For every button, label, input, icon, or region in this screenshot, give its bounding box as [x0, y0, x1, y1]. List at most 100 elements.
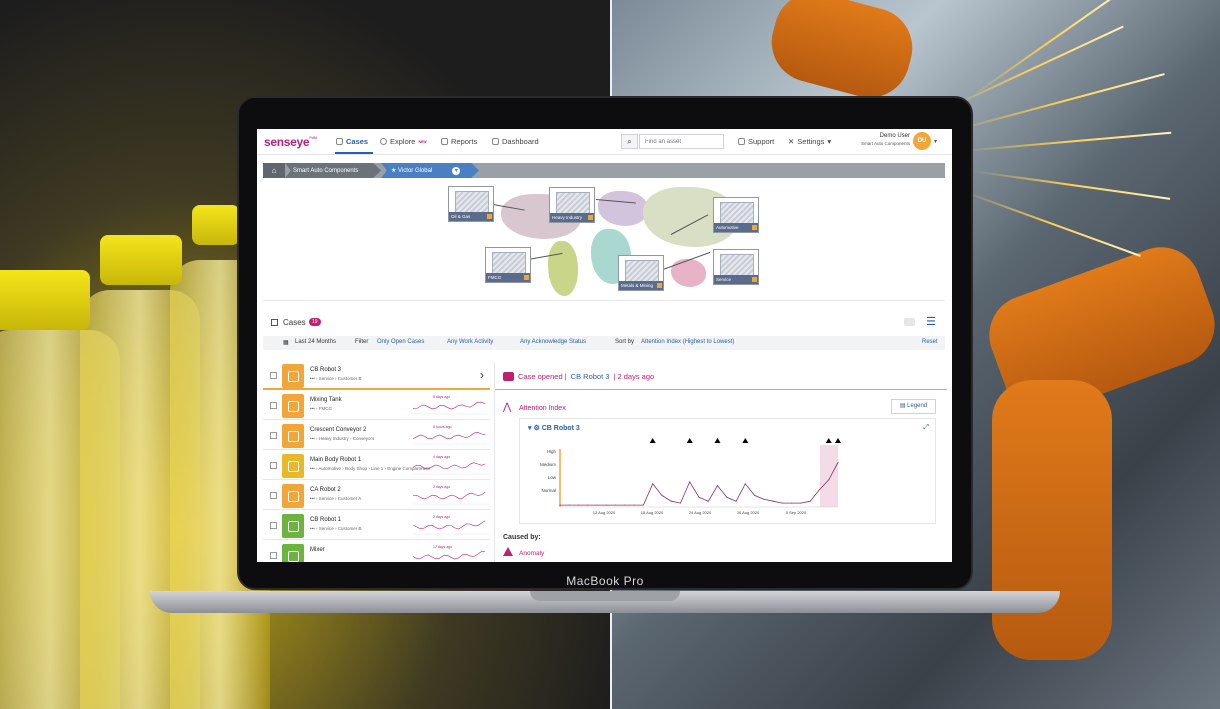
sparkline-path — [413, 551, 486, 560]
sector-service[interactable]: Service — [713, 249, 759, 285]
asset-search-input[interactable] — [639, 134, 724, 149]
case-list-item[interactable]: Mixing Tank ••• › FMCG 8 days ago — [263, 392, 490, 420]
data-point — [744, 483, 746, 485]
chevron-right-icon[interactable]: › — [480, 368, 484, 382]
star-icon: ★ — [391, 168, 399, 174]
attention-index-label: Attention Index — [519, 405, 566, 412]
case-name: CB Robot 1 — [310, 517, 342, 523]
case-opened-header: Case opened | CB Robot 3 | 2 days ago — [503, 372, 654, 381]
reset-button[interactable]: Reset — [922, 339, 938, 345]
reports-icon — [441, 138, 448, 145]
factory-illustration — [556, 192, 590, 214]
sparkline-path — [413, 520, 486, 530]
continent-europe — [598, 191, 648, 226]
laptop-notch — [530, 591, 680, 601]
comment-icon[interactable] — [904, 318, 915, 326]
breadcrumb-item[interactable]: Smart Auto Components — [285, 163, 381, 178]
nav-explore[interactable]: Explore NEW — [380, 137, 427, 146]
hierarchy-icon[interactable]: ⌂ — [263, 163, 285, 178]
data-point — [587, 504, 589, 506]
attention-tile — [282, 484, 304, 508]
case-list-item[interactable]: CB Robot 3 ••• › Service › Customer B › — [263, 362, 490, 390]
x-tick-label: 30 Aug 2020 — [737, 510, 760, 515]
support-link[interactable]: Support — [738, 137, 774, 146]
case-list-item[interactable]: CA Robot 2 ••• › Service › Customer A 2 da… — [263, 482, 490, 510]
senseye-logo[interactable]: senseyePdM — [264, 135, 317, 149]
data-point — [726, 496, 728, 498]
nav-reports[interactable]: Reports — [441, 137, 477, 146]
case-checkbox[interactable] — [270, 372, 277, 379]
nav-dashboard[interactable]: Dashboard — [492, 137, 539, 146]
sector-fmcg[interactable]: FMCG — [485, 247, 531, 283]
data-point — [642, 504, 644, 506]
sector-metals-mining[interactable]: Metals & Mining — [618, 255, 664, 291]
case-path: ••• › Service › Customer A — [310, 496, 362, 501]
sector-heavy-industry[interactable]: Heavy Industry — [549, 187, 595, 223]
user-menu-chevron-icon[interactable]: ▾ — [934, 138, 937, 145]
asset-type-icon — [287, 370, 299, 382]
activity-dropdown[interactable]: Any Work Activity — [447, 339, 493, 345]
wrench-icon: ✕ — [788, 137, 795, 146]
case-name: Crescent Conveyor 2 — [310, 427, 367, 433]
sort-dropdown[interactable]: Attention Index (Highest to Lowest) — [641, 339, 734, 345]
data-point — [763, 498, 765, 500]
period-dropdown[interactable]: Last 24 Months — [295, 339, 336, 345]
data-point — [633, 504, 635, 506]
user-organisation: Smart Auto Components — [860, 141, 910, 146]
case-list-item[interactable]: Main Body Robot 1 ••• › Automotive › Body… — [263, 452, 490, 480]
legend-button[interactable]: ▤ Legend — [891, 399, 936, 414]
continent-south-america — [548, 241, 578, 296]
case-list-item[interactable]: Crescent Conveyor 2 ••• › Heavy Industry … — [263, 422, 490, 450]
select-all-checkbox[interactable] — [271, 319, 278, 326]
case-checkbox[interactable] — [270, 492, 277, 499]
briefcase-icon — [503, 372, 514, 381]
anomaly-link[interactable]: Anomaly — [519, 550, 544, 557]
nav-cases[interactable]: Cases — [336, 137, 368, 146]
filter-settings-icon[interactable]: ☰ — [926, 315, 936, 328]
highlight-region — [820, 445, 838, 507]
x-tick-label: 24 Aug 2020 — [689, 510, 712, 515]
case-checkbox[interactable] — [270, 522, 277, 529]
dropdown-icon[interactable]: ▾ — [452, 166, 461, 175]
data-point — [818, 489, 820, 491]
user-avatar[interactable]: DU — [913, 132, 931, 150]
data-point — [596, 504, 598, 506]
case-list-item[interactable]: CB Robot 1 ••• › Service › Customer B 2 da… — [263, 512, 490, 540]
sparkline: 8 hours ago — [413, 425, 489, 445]
data-point — [809, 500, 811, 502]
sparkline: 2 days ago — [413, 485, 489, 505]
explore-icon — [380, 138, 387, 145]
status-dropdown[interactable]: Only Open Cases — [377, 339, 424, 345]
attention-tile — [282, 514, 304, 538]
data-point — [800, 502, 802, 504]
dashboard-icon — [492, 138, 499, 145]
data-point — [828, 479, 830, 481]
asset-link[interactable]: CB Robot 3 — [571, 372, 610, 381]
sparkline-path — [413, 491, 486, 500]
calendar-icon: ▦ — [283, 340, 289, 346]
breadcrumb-item-active[interactable]: ★ Victor Global ▾ — [381, 163, 479, 178]
sparkline-path — [413, 462, 486, 470]
factory-illustration — [492, 252, 526, 274]
event-marker — [835, 438, 841, 443]
data-point — [698, 496, 700, 498]
sparkline: 4 days ago — [413, 455, 489, 475]
search-button[interactable]: ⌕ — [621, 134, 638, 149]
case-checkbox[interactable] — [270, 552, 277, 559]
case-name: CA Robot 2 — [310, 487, 341, 493]
case-list-item[interactable]: Mixer 17 days ago — [263, 542, 490, 562]
sector-oil-gas[interactable]: Oil & Gas — [448, 186, 494, 222]
data-point — [791, 502, 793, 504]
case-path: ••• › Automotive › Body Shop › Line 1 › … — [310, 466, 430, 471]
chevron-down-icon: ▾ — [827, 137, 832, 146]
case-checkbox[interactable] — [270, 462, 277, 469]
sector-automotive[interactable]: Automotive — [713, 197, 759, 233]
settings-menu[interactable]: ✕ Settings ▾ — [788, 137, 831, 146]
case-checkbox[interactable] — [270, 432, 277, 439]
data-point — [707, 500, 709, 502]
event-marker — [825, 438, 832, 443]
case-checkbox[interactable] — [270, 402, 277, 409]
acknowledge-dropdown[interactable]: Any Acknowledge Status — [520, 339, 586, 345]
asset-type-icon — [287, 490, 299, 502]
attention-tile — [282, 424, 304, 448]
